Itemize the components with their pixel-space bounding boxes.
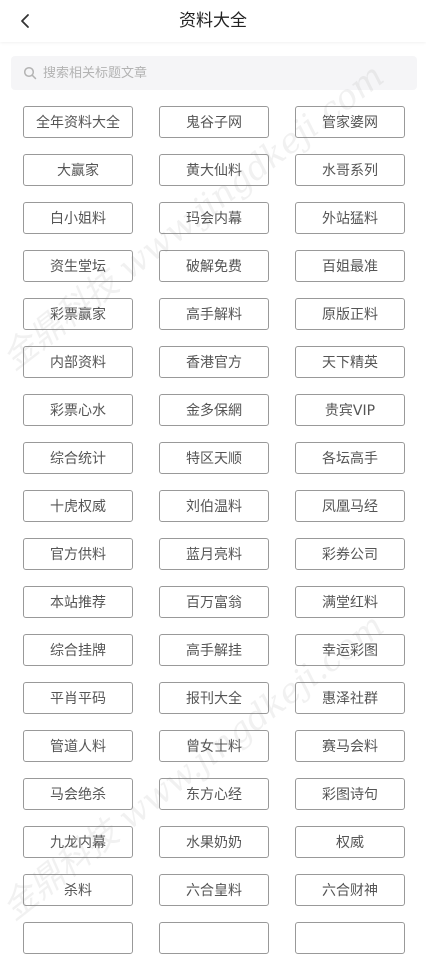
category-button[interactable]: 资生堂坛 [23, 250, 133, 282]
category-button[interactable] [159, 922, 269, 954]
category-button[interactable]: 彩票赢家 [23, 298, 133, 330]
category-button[interactable]: 东方心经 [159, 778, 269, 810]
category-button[interactable]: 破解免费 [159, 250, 269, 282]
category-button[interactable]: 全年资料大全 [23, 106, 133, 138]
category-button[interactable]: 高手解料 [159, 298, 269, 330]
category-button[interactable]: 金多保網 [159, 394, 269, 426]
category-button[interactable]: 幸运彩图 [295, 634, 405, 666]
category-button[interactable]: 水哥系列 [295, 154, 405, 186]
category-button[interactable]: 六合财神 [295, 874, 405, 906]
category-button[interactable]: 平肖平码 [23, 682, 133, 714]
category-button[interactable]: 特区天顺 [159, 442, 269, 474]
category-button[interactable]: 官方供料 [23, 538, 133, 570]
category-button[interactable] [295, 922, 405, 954]
category-button[interactable]: 报刊大全 [159, 682, 269, 714]
category-button[interactable]: 天下精英 [295, 346, 405, 378]
category-button[interactable]: 鬼谷子网 [159, 106, 269, 138]
category-button[interactable]: 贵宾VIP [295, 394, 405, 426]
category-button[interactable]: 香港官方 [159, 346, 269, 378]
category-button[interactable]: 十虎权威 [23, 490, 133, 522]
search-input[interactable] [43, 65, 383, 81]
search-icon [23, 66, 37, 80]
category-button[interactable]: 综合挂牌 [23, 634, 133, 666]
category-button[interactable]: 彩图诗句 [295, 778, 405, 810]
category-button[interactable]: 本站推荐 [23, 586, 133, 618]
category-button[interactable]: 九龙内幕 [23, 826, 133, 858]
category-button[interactable]: 管家婆网 [295, 106, 405, 138]
category-button[interactable]: 杀料 [23, 874, 133, 906]
category-button[interactable] [23, 922, 133, 954]
page-title: 资料大全 [179, 11, 247, 31]
category-button[interactable]: 彩票心水 [23, 394, 133, 426]
category-button[interactable]: 百万富翁 [159, 586, 269, 618]
category-button[interactable]: 马会绝杀 [23, 778, 133, 810]
category-button[interactable]: 内部资料 [23, 346, 133, 378]
category-button[interactable]: 白小姐料 [23, 202, 133, 234]
category-button[interactable]: 权威 [295, 826, 405, 858]
category-button[interactable]: 惠泽社群 [295, 682, 405, 714]
category-button[interactable]: 各坛高手 [295, 442, 405, 474]
category-button[interactable]: 高手解挂 [159, 634, 269, 666]
category-button[interactable]: 百姐最准 [295, 250, 405, 282]
category-button[interactable]: 蓝月亮料 [159, 538, 269, 570]
category-button[interactable]: 综合统计 [23, 442, 133, 474]
category-button[interactable]: 管道人料 [23, 730, 133, 762]
category-button[interactable]: 六合皇料 [159, 874, 269, 906]
category-button[interactable]: 曾女士料 [159, 730, 269, 762]
category-button[interactable]: 凤凰马经 [295, 490, 405, 522]
category-button[interactable]: 水果奶奶 [159, 826, 269, 858]
category-button[interactable]: 刘伯温料 [159, 490, 269, 522]
category-button[interactable]: 满堂红料 [295, 586, 405, 618]
category-button[interactable]: 玛会内幕 [159, 202, 269, 234]
category-button[interactable]: 黄大仙料 [159, 154, 269, 186]
category-button[interactable]: 大赢家 [23, 154, 133, 186]
category-grid: 全年资料大全 鬼谷子网 管家婆网大赢家 黄大仙料 水哥系列白小姐料 玛会内幕 外站猛料资生堂… [23, 106, 405, 954]
category-button[interactable]: 彩券公司 [295, 538, 405, 570]
category-button[interactable]: 赛马会料 [295, 730, 405, 762]
category-button[interactable]: 外站猛料 [295, 202, 405, 234]
search-bar[interactable] [11, 56, 417, 90]
app-header: 资料大全 [0, 0, 426, 42]
category-button[interactable]: 原版正料 [295, 298, 405, 330]
